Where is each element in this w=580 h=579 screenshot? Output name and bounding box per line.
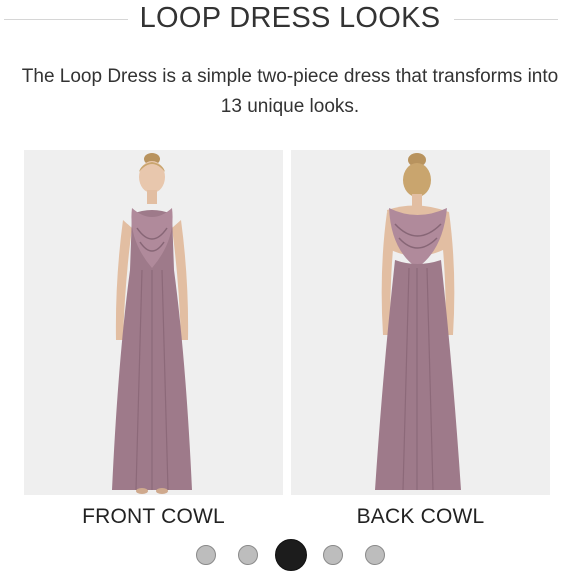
header-divider-right bbox=[454, 19, 558, 20]
look-card-back-cowl[interactable] bbox=[291, 150, 550, 495]
model-front-cowl-image bbox=[112, 153, 192, 494]
look-card-front-cowl[interactable] bbox=[24, 150, 283, 495]
model-back-cowl-image bbox=[375, 153, 461, 491]
carousel-dot-2[interactable] bbox=[238, 545, 258, 565]
carousel-pagination bbox=[0, 539, 580, 571]
look-caption-front-cowl: FRONT COWL bbox=[82, 505, 225, 528]
look-caption-back-cowl: BACK COWL bbox=[356, 505, 485, 528]
carousel-dot-3-active[interactable] bbox=[275, 539, 307, 571]
section-header: LOOP DRESS LOOKS bbox=[0, 0, 580, 40]
carousel-dot-1[interactable] bbox=[196, 545, 216, 565]
section-description: The Loop Dress is a simple two-piece dre… bbox=[21, 66, 559, 117]
carousel-dot-5[interactable] bbox=[365, 545, 385, 565]
carousel-dot-4[interactable] bbox=[323, 545, 343, 565]
section-title: LOOP DRESS LOOKS bbox=[139, 2, 441, 34]
